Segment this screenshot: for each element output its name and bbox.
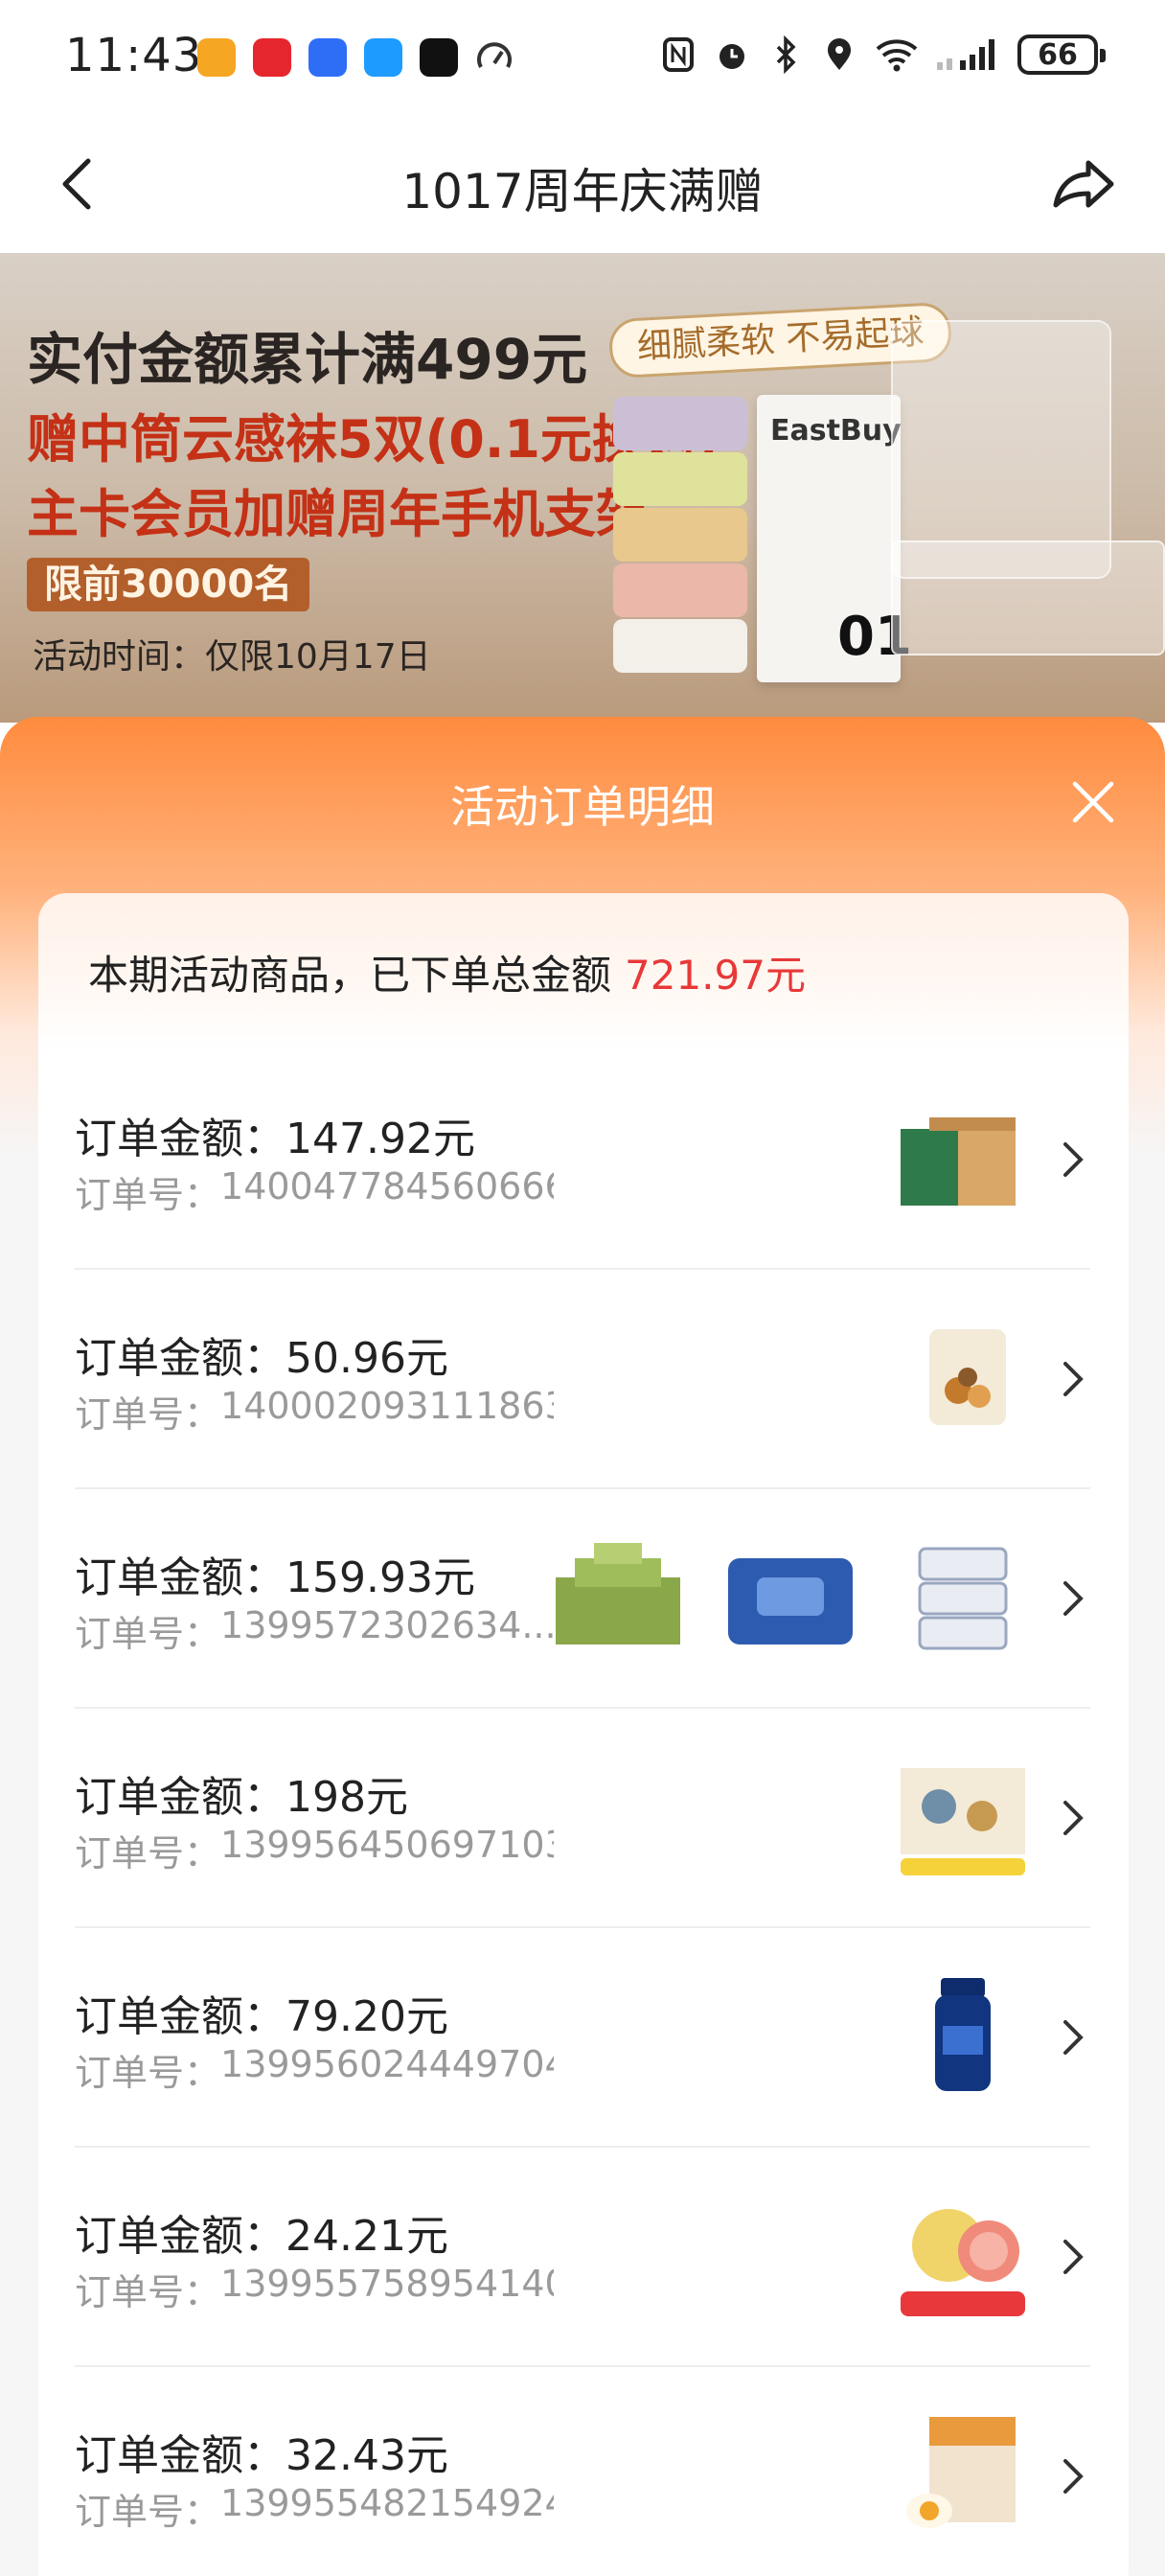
product-thumbnail xyxy=(901,1117,1016,1206)
chevron-right-icon[interactable] xyxy=(1056,2234,1090,2280)
page-title: 1017周年庆满赠 xyxy=(401,164,764,219)
status-indicators: 66 xyxy=(659,34,1106,75)
banner-activity-time: 活动时间：仅限10月17日 xyxy=(33,637,431,677)
chevron-right-icon[interactable] xyxy=(1056,1137,1090,1183)
order-amount: 24.21元 xyxy=(286,2212,448,2261)
battery-indicator: 66 xyxy=(1017,34,1106,75)
order-number: 1399572302634... xyxy=(220,1604,554,1646)
order-row[interactable]: 订单金额： 32.43元 订单号： 1399554821549246481 xyxy=(75,2367,1090,2576)
capcut-notification-icon xyxy=(420,38,458,77)
order-number: 1399554821549246481 xyxy=(220,2482,554,2524)
title-bar: 1017周年庆满赠 xyxy=(0,115,1165,253)
location-icon xyxy=(828,38,851,70)
status-bar: 11:43 66 xyxy=(0,0,1165,115)
order-amount-label: 订单金额： xyxy=(75,1334,286,1383)
order-number: 1399560244497044497 xyxy=(220,2043,554,2085)
order-number-label: 订单号： xyxy=(75,1174,221,1216)
product-thumbnail xyxy=(901,1768,1025,1875)
chevron-right-icon[interactable] xyxy=(1056,1576,1090,1622)
alarm-icon xyxy=(720,44,744,69)
chevron-right-icon[interactable] xyxy=(1056,2014,1090,2060)
sock-box-image: EastBuy 01 xyxy=(757,395,912,682)
speed-gauge-icon xyxy=(477,42,512,68)
box-brand-text: EastBuy xyxy=(770,414,902,448)
order-amount-label: 订单金额： xyxy=(75,1115,286,1163)
order-number-label: 订单号： xyxy=(75,1613,221,1655)
order-row[interactable]: 订单金额： 147.92元 订单号： 1400477845606664209 xyxy=(75,1050,1090,1270)
banner-member-gift-line: 主卡会员加赠周年手机支架 xyxy=(27,484,648,544)
order-row[interactable]: 订单金额： 24.21元 订单号： 1399557589541408785 xyxy=(75,2148,1090,2367)
order-amount-label: 订单金额： xyxy=(75,1992,286,2041)
sheet-title: 活动订单明细 xyxy=(450,781,715,833)
signal-icon xyxy=(937,39,994,70)
app-notification-icon xyxy=(197,38,236,77)
order-number-label: 订单号： xyxy=(75,1393,221,1436)
order-number: 1399557589541408785 xyxy=(220,2263,554,2305)
summary-total-amount: 721.97元 xyxy=(625,951,806,999)
order-number: 1400477845606664209 xyxy=(220,1165,554,1208)
phone-stand-base-image xyxy=(891,540,1165,656)
product-thumbnail xyxy=(556,1543,680,1644)
product-thumbnail xyxy=(901,2209,1025,2316)
order-amount: 198元 xyxy=(286,1773,408,1822)
order-row[interactable]: 订单金额： 50.96元 订单号： 1400020931118638097 xyxy=(75,1270,1090,1489)
bluetooth-icon xyxy=(776,35,796,74)
order-amount: 147.92元 xyxy=(286,1115,475,1163)
nfc-icon xyxy=(663,37,694,72)
product-thumbnail xyxy=(929,1329,1006,1425)
order-amount: 159.93元 xyxy=(286,1553,475,1602)
chevron-right-icon[interactable] xyxy=(1056,1356,1090,1402)
promo-banner[interactable]: 实付金额累计满499元 赠中筒云感袜5双(0.1元换购) 主卡会员加赠周年手机支… xyxy=(0,253,1165,723)
order-number-label: 订单号： xyxy=(75,2491,221,2533)
order-amount: 79.20元 xyxy=(286,1992,448,2041)
chevron-right-icon[interactable] xyxy=(1056,2453,1090,2499)
product-thumbnail xyxy=(906,2417,1016,2528)
order-row[interactable]: 订单金额： 198元 订单号： 1399564506971039761 xyxy=(75,1709,1090,1928)
order-amount-label: 订单金额： xyxy=(75,1553,286,1602)
order-amount: 32.43元 xyxy=(286,2431,448,2480)
status-time: 11:43 xyxy=(65,29,203,82)
wifi-icon xyxy=(876,39,918,72)
chat-notification-icon xyxy=(364,38,402,77)
product-thumbnail xyxy=(935,1978,991,2091)
order-list-card: 本期活动商品，已下单总金额 721.97元 订单金额： 147.92元 订单号：… xyxy=(38,893,1129,2576)
order-number-label: 订单号： xyxy=(75,2271,221,2313)
order-number: 1399564506971039761 xyxy=(220,1824,554,1866)
close-icon[interactable] xyxy=(1069,778,1117,826)
order-row[interactable]: 订单金额： 159.93元 订单号： 1399572302634... xyxy=(75,1489,1090,1709)
order-row[interactable]: 订单金额： 79.20元 订单号： 1399560244497044497 xyxy=(75,1928,1090,2148)
order-summary: 本期活动商品，已下单总金额 721.97元 xyxy=(38,893,1129,1050)
summary-label: 本期活动商品，已下单总金额 xyxy=(88,951,612,999)
chevron-right-icon[interactable] xyxy=(1056,1795,1090,1841)
order-amount-label: 订单金额： xyxy=(75,1773,286,1822)
order-amount-label: 订单金额： xyxy=(75,2431,286,2480)
product-thumbnail xyxy=(728,1558,853,1644)
socks-product-image xyxy=(613,397,747,675)
order-detail-sheet: 活动订单明细 本期活动商品，已下单总金额 721.97元 订单金额： 147.9… xyxy=(0,717,1165,2576)
order-number-label: 订单号： xyxy=(75,1832,221,1874)
app-notification-icon xyxy=(253,38,291,77)
order-amount: 50.96元 xyxy=(286,1334,448,1383)
app-notification-icon xyxy=(308,38,347,77)
order-amount-label: 订单金额： xyxy=(75,2212,286,2261)
banner-headline: 实付金额累计满499元 xyxy=(27,327,588,392)
share-icon[interactable] xyxy=(1050,153,1117,215)
order-number: 1400020931118638097 xyxy=(220,1385,554,1427)
order-number-label: 订单号： xyxy=(75,2052,221,2094)
status-app-icons xyxy=(197,38,514,77)
product-thumbnail xyxy=(918,1547,1008,1650)
banner-limit-badge: 限前30000名 xyxy=(27,558,310,611)
